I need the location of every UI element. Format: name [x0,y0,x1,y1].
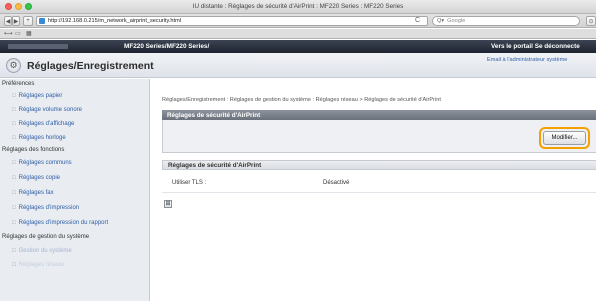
show-bookmarks-icon[interactable]: ▭ [15,30,21,37]
back-arrow-icon: ◀ [5,18,11,25]
search-icon: Q▾ [437,18,445,24]
list-bullet-icon: □ [12,93,16,99]
back-button[interactable]: ◀ [4,16,12,26]
list-bullet-icon: □ [12,160,16,166]
forward-button[interactable]: ▶ [12,16,20,26]
brand-logo [8,44,68,49]
device-header: MF220 Series/MF220 Series/ Vers le porta… [0,40,596,53]
list-bullet-icon: □ [12,205,16,211]
list-bullet-icon: □ [12,220,16,226]
sidebar-item-copy[interactable]: □ Réglages copie [12,175,60,181]
reading-list-icon[interactable]: ⟷ [4,30,13,37]
downloads-icon: ⊙ [588,18,594,25]
row-divider [162,192,596,193]
plus-icon: + [26,18,30,24]
window-titlebar: IU distante : Réglages de sécurité d'Air… [0,0,596,14]
list-bullet-icon: □ [12,121,16,127]
sidebar-item-fax[interactable]: □ Réglages fax [12,190,54,196]
email-admin-link[interactable]: Email à l'administrateur système [487,57,567,63]
sidebar-section-preferences: Préférences [2,81,35,87]
reload-icon[interactable]: C [415,17,420,24]
sidebar: Préférences □ Réglages papier □ Réglage vo… [0,79,150,301]
modify-button[interactable]: Modifier... [543,131,586,145]
sidebar-item-display[interactable]: □ Réglages d'affichage [12,121,74,127]
sidebar-item-paper[interactable]: □ Réglages papier [12,93,62,99]
list-bullet-icon: □ [12,135,16,141]
list-bullet-icon: □ [12,175,16,181]
sidebar-section-functions: Réglages des fonctions [2,147,65,153]
panel-title: Réglages de sécurité d'AirPrint [162,110,596,120]
downloads-button[interactable]: ⊙ [586,16,596,26]
page-title: Réglages/Enregistrement [27,60,154,72]
list-bullet-icon: □ [12,190,16,196]
settings-table-title: Réglages de sécurité d'AirPrint [162,160,596,170]
forward-arrow-icon: ▶ [13,18,19,25]
page-header: ⚙ Réglages/Enregistrement Email à l'admi… [0,53,596,78]
site-favicon-icon [39,18,45,24]
sidebar-item-common[interactable]: □ Réglages communs [12,160,72,166]
panel-body [162,120,596,153]
list-bullet-icon: □ [12,262,16,268]
browser-toolbar: ◀ ▶ + http://192.168.0.215/m_network_air… [0,14,596,28]
sidebar-item-network[interactable]: □ Réglages réseau [12,262,64,268]
address-bar-url: http://192.168.0.215/m_network_airprint_… [48,18,181,24]
add-bookmark-button[interactable]: + [23,16,33,26]
device-model-label: MF220 Series/MF220 Series/ [124,43,210,50]
settings-wrench-icon: ⚙ [6,58,21,73]
breadcrumb: Réglages/Enregistrement : Réglages de ge… [162,97,441,103]
bookmarks-bar: ⟷ ▭ ▦ [0,29,596,39]
sidebar-section-system: Réglages de gestion du système [2,234,90,240]
sidebar-item-volume[interactable]: □ Réglage volume sonore [12,107,82,113]
list-bullet-icon: □ [12,248,16,254]
tls-setting-label: Utiliser TLS : [172,180,207,186]
top-sites-icon[interactable]: ▦ [26,30,32,37]
address-bar[interactable]: http://192.168.0.215/m_network_airprint_… [36,16,428,26]
search-field[interactable]: Q▾ Google [432,16,580,26]
sidebar-item-system-management[interactable]: □ Gestion du système [12,248,72,254]
expand-icon[interactable]: ⊞ [164,200,172,208]
portal-logout-link[interactable]: Vers le portail Se déconnecte [491,43,580,50]
sidebar-item-print[interactable]: □ Réglages d'impression [12,205,79,211]
window-title: IU distante : Réglages de sécurité d'Air… [192,3,404,10]
search-placeholder: Google [447,18,466,24]
tls-setting-value: Désactivé [323,180,350,186]
sidebar-item-clock[interactable]: □ Réglages horloge [12,135,66,141]
list-bullet-icon: □ [12,107,16,113]
sidebar-item-report-print[interactable]: □ Réglages d'impression du rapport [12,220,108,226]
